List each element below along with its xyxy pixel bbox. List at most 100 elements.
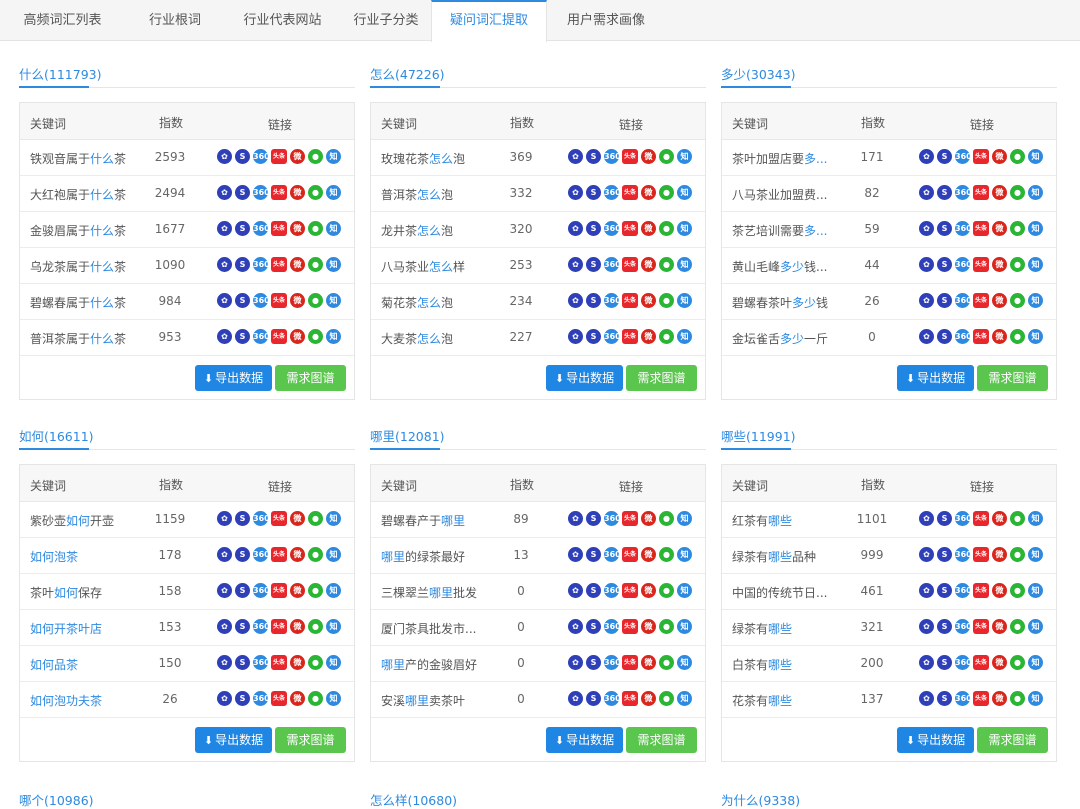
baidu-icon[interactable]: ✿ bbox=[919, 185, 934, 200]
zhihu-icon[interactable]: 知 bbox=[677, 293, 692, 308]
wechat-icon[interactable]: ● bbox=[659, 691, 674, 706]
wechat-icon[interactable]: ● bbox=[1010, 583, 1025, 598]
weibo-icon[interactable]: 微 bbox=[992, 221, 1007, 236]
baidu-icon[interactable]: ✿ bbox=[919, 583, 934, 598]
toutiao-icon[interactable]: 头条 bbox=[271, 221, 287, 236]
wechat-icon[interactable]: ● bbox=[1010, 655, 1025, 670]
so360-icon[interactable]: 360 bbox=[955, 293, 972, 308]
sogou-icon[interactable]: S bbox=[586, 257, 601, 272]
sogou-icon[interactable]: S bbox=[235, 221, 250, 236]
export-data-button[interactable]: ⬇ 导出数据 bbox=[897, 727, 974, 753]
weibo-icon[interactable]: 微 bbox=[992, 293, 1007, 308]
baidu-icon[interactable]: ✿ bbox=[568, 257, 583, 272]
toutiao-icon[interactable]: 头条 bbox=[622, 547, 638, 562]
weibo-icon[interactable]: 微 bbox=[290, 547, 305, 562]
weibo-icon[interactable]: 微 bbox=[992, 149, 1007, 164]
zhihu-icon[interactable]: 知 bbox=[677, 257, 692, 272]
toutiao-icon[interactable]: 头条 bbox=[271, 257, 287, 272]
toutiao-icon[interactable]: 头条 bbox=[973, 221, 989, 236]
keyword-text[interactable]: 厦门茶具批发市... bbox=[381, 620, 489, 637]
toutiao-icon[interactable]: 头条 bbox=[271, 293, 287, 308]
zhihu-icon[interactable]: 知 bbox=[326, 583, 341, 598]
zhihu-icon[interactable]: 知 bbox=[1028, 655, 1043, 670]
so360-icon[interactable]: 360 bbox=[955, 149, 972, 164]
sogou-icon[interactable]: S bbox=[586, 293, 601, 308]
so360-icon[interactable]: 360 bbox=[253, 619, 270, 634]
baidu-icon[interactable]: ✿ bbox=[919, 257, 934, 272]
baidu-icon[interactable]: ✿ bbox=[217, 655, 232, 670]
weibo-icon[interactable]: 微 bbox=[641, 149, 656, 164]
toutiao-icon[interactable]: 头条 bbox=[973, 329, 989, 344]
sogou-icon[interactable]: S bbox=[235, 655, 250, 670]
sogou-icon[interactable]: S bbox=[235, 547, 250, 562]
sogou-icon[interactable]: S bbox=[586, 619, 601, 634]
export-data-button[interactable]: ⬇ 导出数据 bbox=[195, 727, 272, 753]
toutiao-icon[interactable]: 头条 bbox=[973, 293, 989, 308]
weibo-icon[interactable]: 微 bbox=[641, 547, 656, 562]
toutiao-icon[interactable]: 头条 bbox=[271, 619, 287, 634]
keyword-text[interactable]: 绿茶有哪些品种 bbox=[732, 548, 840, 565]
weibo-icon[interactable]: 微 bbox=[290, 583, 305, 598]
sogou-icon[interactable]: S bbox=[235, 511, 250, 526]
sogou-icon[interactable]: S bbox=[937, 185, 952, 200]
weibo-icon[interactable]: 微 bbox=[641, 583, 656, 598]
zhihu-icon[interactable]: 知 bbox=[326, 655, 341, 670]
baidu-icon[interactable]: ✿ bbox=[919, 655, 934, 670]
wechat-icon[interactable]: ● bbox=[308, 293, 323, 308]
tab-6[interactable]: 用户需求画像 bbox=[547, 0, 665, 41]
sogou-icon[interactable]: S bbox=[937, 547, 952, 562]
sogou-icon[interactable]: S bbox=[937, 691, 952, 706]
keyword-text[interactable]: 金骏眉属于什么茶 bbox=[30, 222, 138, 239]
keyword-text[interactable]: 安溪哪里卖茶叶 bbox=[381, 692, 489, 709]
panel-title[interactable]: 如何(16611) bbox=[19, 426, 94, 445]
so360-icon[interactable]: 360 bbox=[253, 293, 270, 308]
wechat-icon[interactable]: ● bbox=[1010, 691, 1025, 706]
keyword-text[interactable]: 红茶有哪些 bbox=[732, 512, 840, 529]
weibo-icon[interactable]: 微 bbox=[641, 655, 656, 670]
zhihu-icon[interactable]: 知 bbox=[1028, 257, 1043, 272]
keyword-text[interactable]: 乌龙茶属于什么茶 bbox=[30, 258, 138, 275]
wechat-icon[interactable]: ● bbox=[1010, 149, 1025, 164]
so360-icon[interactable]: 360 bbox=[955, 691, 972, 706]
baidu-icon[interactable]: ✿ bbox=[568, 691, 583, 706]
so360-icon[interactable]: 360 bbox=[955, 655, 972, 670]
keyword-text[interactable]: 玫瑰花茶怎么泡 bbox=[381, 150, 489, 167]
zhihu-icon[interactable]: 知 bbox=[326, 691, 341, 706]
baidu-icon[interactable]: ✿ bbox=[568, 619, 583, 634]
toutiao-icon[interactable]: 头条 bbox=[973, 511, 989, 526]
wechat-icon[interactable]: ● bbox=[659, 149, 674, 164]
weibo-icon[interactable]: 微 bbox=[290, 691, 305, 706]
sogou-icon[interactable]: S bbox=[937, 655, 952, 670]
so360-icon[interactable]: 360 bbox=[604, 619, 621, 634]
toutiao-icon[interactable]: 头条 bbox=[973, 149, 989, 164]
keyword-text[interactable]: 普洱茶属于什么茶 bbox=[30, 330, 138, 347]
wechat-icon[interactable]: ● bbox=[308, 655, 323, 670]
wechat-icon[interactable]: ● bbox=[308, 149, 323, 164]
wechat-icon[interactable]: ● bbox=[308, 547, 323, 562]
toutiao-icon[interactable]: 头条 bbox=[271, 583, 287, 598]
weibo-icon[interactable]: 微 bbox=[992, 583, 1007, 598]
baidu-icon[interactable]: ✿ bbox=[568, 185, 583, 200]
baidu-icon[interactable]: ✿ bbox=[217, 511, 232, 526]
sogou-icon[interactable]: S bbox=[235, 619, 250, 634]
keyword-text[interactable]: 绿茶有哪些 bbox=[732, 620, 840, 637]
toutiao-icon[interactable]: 头条 bbox=[622, 221, 638, 236]
zhihu-icon[interactable]: 知 bbox=[326, 329, 341, 344]
tab-1[interactable]: 高频词汇列表 bbox=[10, 0, 115, 41]
sogou-icon[interactable]: S bbox=[235, 329, 250, 344]
wechat-icon[interactable]: ● bbox=[308, 619, 323, 634]
keyword-text[interactable]: 碧螺春产于哪里 bbox=[381, 512, 489, 529]
so360-icon[interactable]: 360 bbox=[604, 547, 621, 562]
toutiao-icon[interactable]: 头条 bbox=[622, 257, 638, 272]
toutiao-icon[interactable]: 头条 bbox=[973, 655, 989, 670]
toutiao-icon[interactable]: 头条 bbox=[622, 619, 638, 634]
weibo-icon[interactable]: 微 bbox=[290, 619, 305, 634]
zhihu-icon[interactable]: 知 bbox=[677, 511, 692, 526]
keyword-text[interactable]: 大麦茶怎么泡 bbox=[381, 330, 489, 347]
sogou-icon[interactable]: S bbox=[586, 149, 601, 164]
zhihu-icon[interactable]: 知 bbox=[1028, 583, 1043, 598]
panel-title[interactable]: 怎么样(10680) bbox=[370, 790, 457, 809]
sogou-icon[interactable]: S bbox=[586, 655, 601, 670]
toutiao-icon[interactable]: 头条 bbox=[271, 329, 287, 344]
wechat-icon[interactable]: ● bbox=[308, 329, 323, 344]
